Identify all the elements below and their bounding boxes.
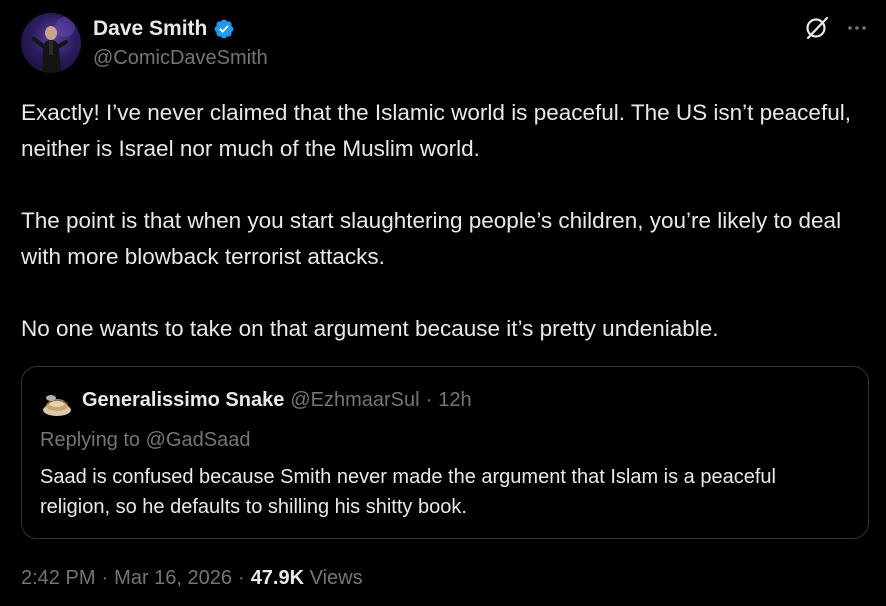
- tweet-time[interactable]: 2:42 PM: [21, 567, 95, 590]
- author-display-name[interactable]: Dave Smith: [93, 17, 207, 41]
- tweet-text: Exactly! I’ve never claimed that the Isl…: [21, 95, 871, 347]
- tweet-date[interactable]: Mar 16, 2026: [114, 567, 232, 590]
- quote-text: Saad is confused because Smith never mad…: [40, 466, 776, 518]
- author-name-row: Dave Smith: [93, 16, 235, 42]
- views-count: 47.9K: [250, 567, 305, 589]
- quote-separator: ·: [425, 389, 433, 411]
- views-group[interactable]: 47.9K Views: [251, 567, 363, 590]
- tweet-paragraph: Exactly! I’ve never claimed that the Isl…: [21, 100, 851, 161]
- quote-author-avatar[interactable]: [39, 386, 75, 422]
- tweet-paragraph: No one wants to take on that argument be…: [21, 316, 719, 341]
- tweet-meta: 2:42 PM · Mar 16, 2026 · 47.9K Views: [21, 567, 363, 590]
- author-handle[interactable]: @ComicDaveSmith: [93, 47, 268, 70]
- author-avatar[interactable]: [21, 13, 81, 73]
- views-label: Views: [309, 567, 363, 589]
- meta-separator: ·: [101, 567, 109, 589]
- replying-to-line: Replying to @GadSaad: [40, 429, 250, 452]
- quoted-tweet-card[interactable]: Generalissimo Snake @EzhmaarSul · 12h Re…: [21, 366, 869, 539]
- meta-separator: ·: [238, 567, 245, 589]
- quote-author-handle[interactable]: @EzhmaarSul: [290, 389, 419, 412]
- quote-author-name[interactable]: Generalissimo Snake: [82, 389, 284, 412]
- more-options-icon[interactable]: [845, 16, 869, 40]
- replying-mention[interactable]: @GadSaad: [146, 429, 251, 451]
- quote-timestamp[interactable]: 12h: [438, 389, 471, 412]
- quote-header: Generalissimo Snake @EzhmaarSul · 12h: [82, 389, 472, 412]
- replying-prefix: Replying to: [40, 429, 146, 451]
- grok-icon[interactable]: [804, 15, 830, 41]
- verified-badge-icon: [213, 18, 235, 40]
- tweet-paragraph: The point is that when you start slaught…: [21, 208, 842, 269]
